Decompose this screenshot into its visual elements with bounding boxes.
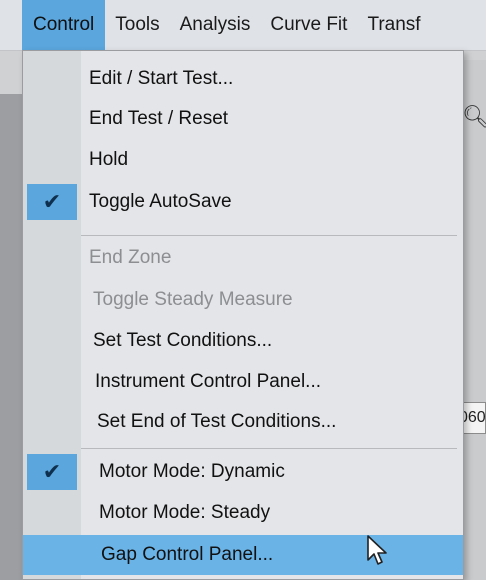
menu-item-motor-mode-steady[interactable]: Motor Mode: Steady <box>23 493 463 533</box>
menu-analysis[interactable]: Analysis <box>170 0 261 50</box>
menu-item-gap-control-panel[interactable]: Gap Control Panel... <box>23 535 463 575</box>
menu-item-label: Set Test Conditions... <box>93 330 273 351</box>
search-icon[interactable]: 🔍︎ <box>462 104 486 130</box>
menu-item-label: Instrument Control Panel... <box>95 371 321 392</box>
menu-control[interactable]: Control <box>22 0 106 50</box>
menu-separator <box>81 448 457 449</box>
menu-item-motor-mode-dynamic[interactable]: ✔ Motor Mode: Dynamic <box>23 452 463 492</box>
menu-item-label: Gap Control Panel... <box>101 544 274 565</box>
menu-item-label: Toggle Steady Measure <box>93 289 293 310</box>
control-dropdown-menu: Edit / Start Test... End Test / Reset Ho… <box>22 50 464 580</box>
menu-bar: Control Tools Analysis Curve Fit Transf <box>0 0 486 51</box>
menu-item-label: Motor Mode: Dynamic <box>99 461 285 482</box>
menu-item-label: Toggle AutoSave <box>89 191 232 212</box>
menu-item-instrument-control-panel[interactable]: Instrument Control Panel... <box>23 362 463 402</box>
menu-item-toggle-steady-measure: Toggle Steady Measure <box>23 280 463 320</box>
value-field[interactable]: 060 <box>462 402 486 434</box>
menu-item-label: End Zone <box>89 247 172 268</box>
menu-item-label: Set End of Test Conditions... <box>97 411 337 432</box>
menu-item-hold[interactable]: Hold <box>23 140 463 180</box>
menu-item-end-test-reset[interactable]: End Test / Reset <box>23 99 463 139</box>
menu-item-toggle-autosave[interactable]: ✔ Toggle AutoSave <box>23 182 463 222</box>
menu-item-label: End Test / Reset <box>89 108 229 129</box>
app-left-pane <box>0 94 22 580</box>
menu-curve-fit[interactable]: Curve Fit <box>260 0 357 50</box>
checkmark-icon: ✔ <box>27 184 77 220</box>
menu-item-label: Motor Mode: Steady <box>99 502 271 523</box>
menu-item-set-test-conditions[interactable]: Set Test Conditions... <box>23 321 463 361</box>
menu-transform[interactable]: Transf <box>357 0 430 50</box>
checkmark-icon: ✔ <box>27 454 77 490</box>
menu-item-edit-start-test[interactable]: Edit / Start Test... <box>23 59 463 99</box>
menu-item-end-zone: End Zone <box>23 238 463 278</box>
menu-item-set-end-of-test-conditions[interactable]: Set End of Test Conditions... <box>23 402 463 442</box>
menu-item-label: Edit / Start Test... <box>89 68 234 89</box>
menu-tools[interactable]: Tools <box>105 0 169 50</box>
menu-item-label: Hold <box>89 149 129 170</box>
mouse-pointer-icon <box>367 535 387 565</box>
app-right-pane <box>462 60 486 580</box>
menu-separator <box>81 235 457 236</box>
